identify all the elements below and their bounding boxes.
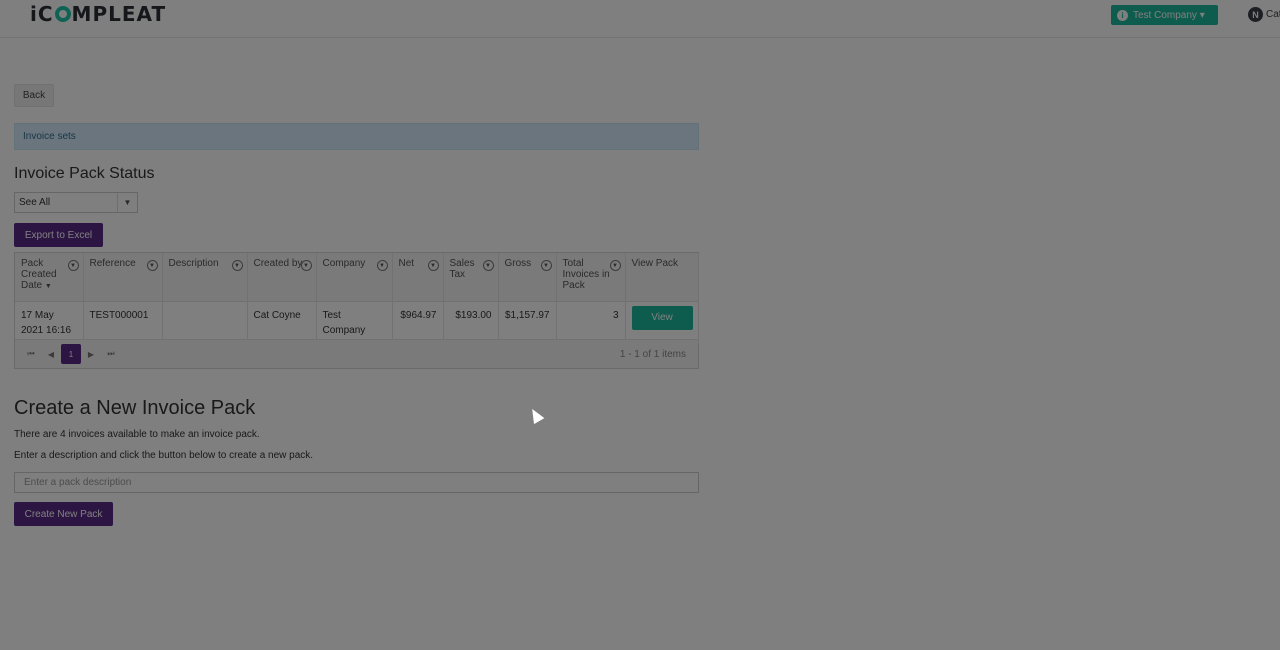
- info-alert: Invoice sets: [14, 123, 699, 150]
- cell-company: Test Company: [316, 301, 393, 344]
- filter-icon[interactable]: ▼: [231, 260, 243, 271]
- available-invoices-text: There are 4 invoices available to make a…: [14, 429, 260, 440]
- cell-created-by: Cat Coyne: [247, 301, 317, 344]
- col-header-net[interactable]: Net ▼: [392, 253, 444, 302]
- back-button[interactable]: Back: [14, 84, 54, 107]
- status-filter-value: See All: [19, 197, 51, 208]
- cell-sales-tax: $193.00: [443, 301, 499, 344]
- status-section-title: Invoice Pack Status: [14, 165, 155, 182]
- last-page-icon[interactable]: ⏭: [101, 344, 121, 364]
- instruction-text: Enter a description and click the button…: [14, 450, 314, 461]
- cell-reference: TEST000001: [83, 301, 163, 344]
- sort-desc-icon: ▼: [44, 283, 52, 290]
- top-bar: iC MPLEAT i Test Company ▾ N Cat: [0, 0, 1280, 38]
- logo-prefix: iC: [30, 2, 54, 26]
- filter-icon[interactable]: ▼: [609, 260, 621, 271]
- col-header-company[interactable]: Company ▼: [316, 253, 393, 302]
- user-menu[interactable]: N Cat: [1248, 7, 1280, 22]
- invoice-pack-grid: Pack Created Date ▼ ▼ Reference ▼ Descrip…: [14, 252, 699, 369]
- col-header-description[interactable]: Description ▼: [162, 253, 248, 302]
- avatar: N: [1248, 7, 1263, 22]
- cell-description: [162, 301, 248, 344]
- export-to-excel-button[interactable]: Export to Excel: [14, 223, 103, 247]
- pager-info: 1 - 1 of 1 items: [619, 348, 686, 360]
- user-name: Cat: [1266, 9, 1280, 20]
- col-header-view-pack: View Pack: [625, 253, 699, 302]
- filter-icon[interactable]: ▼: [376, 260, 388, 271]
- filter-icon[interactable]: ▼: [67, 260, 79, 271]
- col-header-reference[interactable]: Reference ▼: [83, 253, 163, 302]
- pagination: ⏮ ◀ 1 ▶ ⏭ 1 - 1 of 1 items: [15, 339, 698, 368]
- logo-o-icon: [54, 6, 71, 22]
- filter-icon[interactable]: ▼: [146, 260, 158, 271]
- view-pack-button[interactable]: View: [631, 305, 693, 330]
- chevron-down-icon: ▼: [117, 193, 137, 212]
- pack-description-input[interactable]: [14, 472, 699, 493]
- mouse-cursor-icon: [527, 406, 545, 425]
- logo-suffix: MPLEAT: [71, 2, 167, 26]
- col-header-sales-tax[interactable]: Sales Tax ▼: [443, 253, 499, 302]
- create-section-title: Create a New Invoice Pack: [14, 397, 256, 419]
- col-header-gross[interactable]: Gross ▼: [498, 253, 557, 302]
- status-filter-dropdown[interactable]: See All ▼: [14, 192, 138, 213]
- filter-icon[interactable]: ▼: [482, 260, 494, 271]
- create-new-pack-button[interactable]: Create New Pack: [14, 502, 113, 526]
- company-switcher-label: Test Company ▾: [1133, 9, 1205, 21]
- col-header-total-invoices[interactable]: Total Invoices in Pack ▼: [556, 253, 626, 302]
- first-page-icon[interactable]: ⏮: [21, 344, 41, 364]
- info-icon: i: [1117, 9, 1128, 21]
- filter-icon[interactable]: ▼: [540, 260, 552, 271]
- cell-view-pack: View: [625, 301, 699, 344]
- cell-net: $964.97: [392, 301, 444, 344]
- filter-icon[interactable]: ▼: [427, 260, 439, 271]
- company-switcher-button[interactable]: i Test Company ▾: [1111, 5, 1218, 25]
- next-page-icon[interactable]: ▶: [81, 344, 101, 364]
- cell-gross: $1,157.97: [498, 301, 557, 344]
- cell-date: 17 May 2021 16:16: [15, 301, 84, 344]
- col-header-pack-created-date[interactable]: Pack Created Date ▼ ▼: [15, 253, 84, 302]
- filter-icon[interactable]: ▼: [300, 260, 312, 271]
- cell-total-invoices: 3: [556, 301, 626, 344]
- col-header-created-by[interactable]: Created by ▼: [247, 253, 317, 302]
- prev-page-icon[interactable]: ◀: [41, 344, 61, 364]
- icompleat-logo[interactable]: iC MPLEAT: [30, 2, 166, 26]
- page-number-button[interactable]: 1: [61, 344, 81, 364]
- table-row: 17 May 2021 16:16 TEST000001 Cat Coyne T…: [15, 301, 699, 344]
